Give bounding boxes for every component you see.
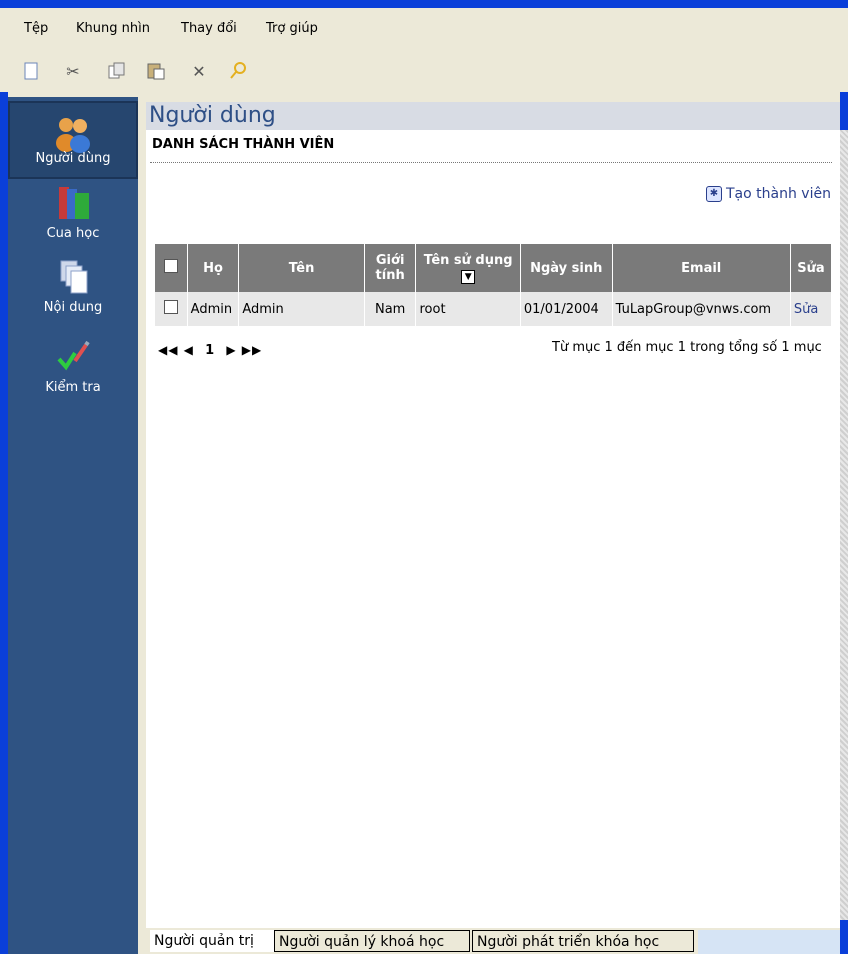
add-member-icon: ✱ [706,186,722,202]
sidebar-item-content[interactable]: Nội dung [8,257,138,329]
users-icon [56,118,90,153]
sidebar: Người dùng Cua học Nội dung Kiểm tra [8,97,138,954]
column-header-edit: Sửa [790,244,833,292]
tab-course-managers[interactable]: Người quản lý khoá học [274,930,470,952]
cell-edit[interactable]: Sửa [790,292,833,326]
divider [150,162,832,163]
username-header-label: Tên sử dụng [423,252,513,268]
documents-icon [60,260,88,294]
column-header-username[interactable]: Tên sử dụng ▼ [415,244,521,292]
sidebar-item-label: Người dùng [35,151,111,166]
menu-file[interactable]: Tệp [24,21,48,36]
column-header-gender[interactable]: Giới tính [364,244,417,292]
window-border-top [0,0,848,8]
row-select-cell[interactable] [155,292,188,326]
table-row: Admin Admin Nam root 01/01/2004 TuLapGro… [155,292,833,326]
vertical-scrollbar[interactable] [840,130,848,920]
content-panel [146,102,840,928]
sort-down-icon[interactable]: ▼ [461,269,476,284]
sidebar-item-users[interactable]: Người dùng [8,101,138,179]
status-strip [698,930,840,954]
section-title: DANH SÁCH THÀNH VIÊN [152,137,335,152]
first-page-button[interactable]: ◀◀ [158,343,178,357]
pager: ◀◀ ◀ 1 ▶ ▶▶ [158,343,262,358]
sidebar-item-label: Nội dung [43,300,103,315]
next-page-button[interactable]: ▶ [226,343,236,357]
copy-icon[interactable] [106,60,128,82]
cell-username: root [415,292,521,326]
column-header-birthdate[interactable]: Ngày sinh [520,244,613,292]
tab-course-developers[interactable]: Người phát triển khóa học [472,930,694,952]
tab-admins[interactable]: Người quản trị [150,930,274,952]
menu-help[interactable]: Trợ giúp [266,21,318,36]
page-number[interactable]: 1 [205,343,215,358]
menu-edit[interactable]: Thay đổi [181,21,237,36]
cell-first-name: Admin [238,292,365,326]
create-member-link[interactable]: ✱ Tạo thành viên [706,186,831,202]
pager-info: Từ mục 1 đến mục 1 trong tổng số 1 mục [552,340,822,355]
delete-icon[interactable]: ✕ [188,60,210,82]
paste-icon[interactable] [145,60,167,82]
edit-link[interactable]: Sửa [794,302,818,317]
last-page-button[interactable]: ▶▶ [242,343,262,357]
menu-bar: Tệp Khung nhìn Thay đổi Trợ giúp [0,8,848,50]
column-header-email[interactable]: Email [612,244,791,292]
row-checkbox[interactable] [163,300,178,314]
prev-page-button[interactable]: ◀ [184,343,194,357]
sidebar-item-label: Cua học [46,226,100,241]
select-all-column[interactable] [155,244,188,292]
menu-view[interactable]: Khung nhìn [76,21,150,36]
cell-last-name: Admin [187,292,240,326]
sidebar-item-courses[interactable]: Cua học [8,183,138,251]
users-table: Họ Tên Giới tính Tên sử dụng ▼ Ngày sinh… [155,244,833,326]
select-all-checkbox[interactable] [163,259,178,273]
find-icon[interactable] [227,60,249,82]
toolbar: ✂ ✕ [0,50,848,92]
sidebar-item-tests[interactable]: Kiểm tra [8,337,138,401]
cell-gender: Nam [364,292,417,326]
sidebar-item-label: Kiểm tra [45,380,101,395]
column-header-first-name[interactable]: Tên [238,244,365,292]
books-icon [59,187,89,219]
new-file-icon[interactable] [20,60,42,82]
table-header-row: Họ Tên Giới tính Tên sử dụng ▼ Ngày sinh… [155,244,833,292]
window-border-left [0,92,8,954]
page-title: Người dùng [146,102,840,130]
cell-birthdate: 01/01/2004 [520,292,613,326]
column-header-last-name[interactable]: Họ [187,244,240,292]
cell-email: TuLapGroup@vnws.com [612,292,791,326]
check-pencil-icon [57,340,90,371]
create-member-label: Tạo thành viên [726,186,831,202]
cut-icon[interactable]: ✂ [62,60,84,82]
